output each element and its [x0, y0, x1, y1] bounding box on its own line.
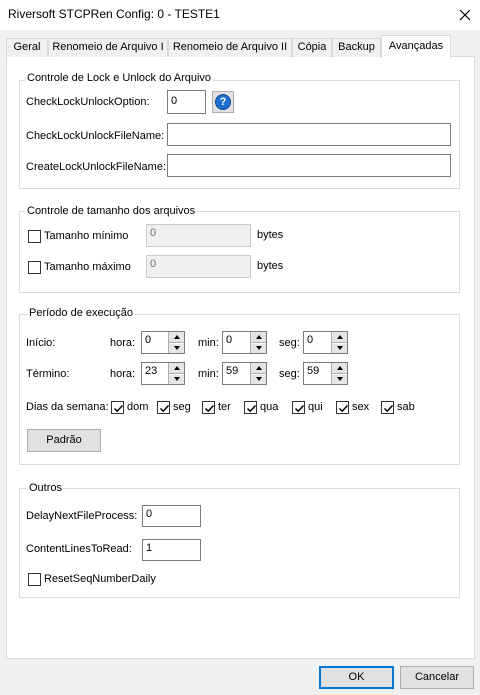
checkmark-icon [204, 404, 215, 413]
end-label: Término: [26, 368, 70, 380]
tab-backup[interactable]: Backup [332, 38, 381, 57]
start-sec-label: seg: [279, 337, 300, 349]
ok-button[interactable]: OK [319, 666, 394, 689]
max-size-label: Tamanho máximo [44, 261, 131, 273]
tab-avancadas[interactable]: Avançadas [381, 35, 451, 58]
delay-input[interactable]: 0 [142, 505, 201, 527]
tab-renomeio-2[interactable]: Renomeio de Arquivo II [168, 38, 292, 57]
day-sab-label: sab [397, 401, 415, 413]
check-file-name-input[interactable] [167, 123, 451, 146]
spin-up-icon[interactable] [332, 363, 347, 374]
help-icon: ? [215, 94, 231, 110]
default-button[interactable]: Padrão [27, 429, 101, 452]
create-file-name-label: CreateLockUnlockFileName: [26, 161, 166, 173]
check-option-label: CheckLockUnlockOption: [26, 96, 150, 108]
close-icon[interactable] [450, 0, 480, 30]
cancel-button[interactable]: Cancelar [400, 666, 474, 689]
start-min-spinner[interactable]: 0 [222, 331, 267, 354]
size-group-title: Controle de tamanho dos arquivos [25, 205, 198, 217]
day-sex-label: sex [352, 401, 370, 413]
day-qua-checkbox[interactable] [244, 401, 257, 414]
checkmark-icon [338, 404, 349, 413]
tab-geral[interactable]: Geral [6, 38, 48, 57]
min-size-input[interactable]: 0 [146, 224, 251, 247]
day-dom-checkbox[interactable] [111, 401, 124, 414]
start-label: Início: [26, 337, 56, 349]
start-min-value: 0 [226, 334, 233, 346]
min-size-label: Tamanho mínimo [44, 230, 129, 242]
checkmark-icon [246, 404, 257, 413]
max-size-checkbox[interactable] [28, 261, 41, 274]
tab-renomeio-1[interactable]: Renomeio de Arquivo I [48, 38, 168, 57]
create-file-name-input[interactable] [167, 154, 451, 177]
day-sab-checkbox[interactable] [381, 401, 394, 414]
spin-up-icon[interactable] [169, 332, 184, 343]
start-hour-spinner[interactable]: 0 [141, 331, 185, 354]
spin-down-icon[interactable] [251, 342, 266, 353]
help-button[interactable]: ? [212, 91, 234, 113]
end-min-value: 59 [226, 365, 239, 377]
delay-label: DelayNextFileProcess: [26, 510, 138, 522]
content-lines-label: ContentLinesToRead: [26, 543, 132, 555]
spin-up-icon[interactable] [251, 332, 266, 343]
checkmark-icon [113, 404, 124, 413]
checkmark-icon [294, 404, 305, 413]
day-ter-checkbox[interactable] [202, 401, 215, 414]
day-seg-checkbox[interactable] [157, 401, 170, 414]
spin-down-icon[interactable] [332, 342, 347, 353]
end-sec-spinner[interactable]: 59 [303, 362, 348, 385]
start-sec-value: 0 [307, 334, 314, 346]
spin-down-icon[interactable] [169, 342, 184, 353]
max-size-input[interactable]: 0 [146, 255, 251, 278]
min-size-checkbox[interactable] [28, 230, 41, 243]
spin-up-icon[interactable] [169, 363, 184, 374]
reset-seq-label: ResetSeqNumberDaily [44, 573, 156, 585]
lock-group-title: Controle de Lock e Unlock do Arquivo [25, 72, 214, 84]
day-ter-label: ter [218, 401, 231, 413]
end-min-label: min: [198, 368, 219, 380]
days-label: Dias da semana: [26, 401, 109, 413]
start-hour-label: hora: [110, 337, 136, 349]
day-dom-label: dom [127, 401, 149, 413]
check-option-input[interactable]: 0 [167, 90, 206, 114]
spin-up-icon[interactable] [251, 363, 266, 374]
tab-copia[interactable]: Cópia [292, 38, 332, 57]
min-size-unit: bytes [257, 229, 284, 241]
end-hour-spinner[interactable]: 23 [141, 362, 185, 385]
others-group-title: Outros [27, 482, 65, 494]
end-hour-value: 23 [145, 365, 158, 377]
spin-up-icon[interactable] [332, 332, 347, 343]
end-sec-label: seg: [279, 368, 300, 380]
content-lines-input[interactable]: 1 [142, 539, 201, 561]
window-title: Riversoft STCPRen Config: 0 - TESTE1 [8, 7, 220, 21]
start-hour-value: 0 [145, 334, 152, 346]
day-qui-checkbox[interactable] [292, 401, 305, 414]
spin-down-icon[interactable] [169, 373, 184, 384]
spin-down-icon[interactable] [251, 373, 266, 384]
day-sex-checkbox[interactable] [336, 401, 349, 414]
spin-down-icon[interactable] [332, 373, 347, 384]
max-size-unit: bytes [257, 260, 284, 272]
end-hour-label: hora: [110, 368, 136, 380]
day-qua-label: qua [260, 401, 279, 413]
period-group-title: Período de execução [27, 307, 135, 319]
reset-seq-checkbox[interactable] [28, 573, 41, 586]
start-sec-spinner[interactable]: 0 [303, 331, 348, 354]
end-sec-value: 59 [307, 365, 320, 377]
checkmark-icon [159, 404, 170, 413]
day-qui-label: qui [308, 401, 323, 413]
end-min-spinner[interactable]: 59 [222, 362, 267, 385]
start-min-label: min: [198, 337, 219, 349]
check-file-name-label: CheckLockUnlockFileName: [26, 130, 165, 142]
checkmark-icon [383, 404, 394, 413]
day-seg-label: seg [173, 401, 191, 413]
